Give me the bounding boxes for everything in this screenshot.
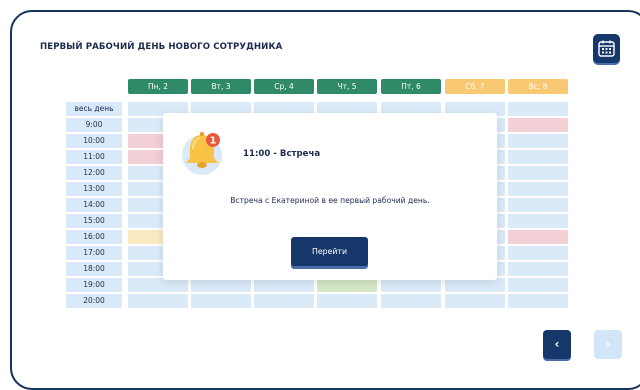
calendar-event-cell[interactable] (508, 230, 568, 244)
time-label: 19:00 (66, 278, 122, 292)
day-header-sun: Вс, 8 (508, 79, 568, 94)
calendar-cell[interactable] (191, 278, 251, 292)
time-label: 13:00 (66, 182, 122, 196)
time-label: 11:00 (66, 150, 122, 164)
event-title: 11:00 - Встреча (243, 149, 321, 159)
calendar-cell[interactable] (508, 198, 568, 212)
page-title: ПЕРВЫЙ РАБОЧИЙ ДЕНЬ НОВОГО СОТРУДНИКА (40, 42, 283, 52)
time-label: 20:00 (66, 294, 122, 308)
event-description: Встреча с Екатериной в ее первый рабочий… (230, 196, 430, 205)
time-label: 14:00 (66, 198, 122, 212)
time-label: 18:00 (66, 262, 122, 276)
time-label: 12:00 (66, 166, 122, 180)
day-header-fri: Пт, 6 (381, 79, 441, 94)
chevron-left-icon: ‹ (554, 337, 560, 351)
calendar-cell[interactable] (508, 134, 568, 148)
calendar-cell[interactable] (508, 166, 568, 180)
calendar-cell[interactable] (508, 294, 568, 308)
time-label: 9:00 (66, 118, 122, 132)
calendar-button[interactable] (593, 34, 620, 63)
time-label: 15:00 (66, 214, 122, 228)
calendar-cell[interactable] (508, 262, 568, 276)
calendar-cell[interactable] (381, 278, 441, 292)
calendar-cell[interactable] (508, 214, 568, 228)
calendar-cell[interactable] (254, 278, 314, 292)
calendar-cell[interactable] (508, 102, 568, 116)
event-popup: 1 11:00 - Встреча Встреча с Екатериной в… (163, 113, 497, 280)
time-label: 16:00 (66, 230, 122, 244)
calendar-cell[interactable] (508, 278, 568, 292)
calendar-event-cell[interactable] (508, 118, 568, 132)
bell-icon: 1 (182, 132, 222, 175)
calendar-cell[interactable] (128, 294, 188, 308)
time-label-allday: весь день (66, 102, 122, 116)
calendar-cell[interactable] (445, 294, 505, 308)
notification-badge: 1 (210, 136, 217, 147)
calendar-cell[interactable] (191, 294, 251, 308)
calendar-cell[interactable] (254, 294, 314, 308)
go-button[interactable]: Перейти (291, 237, 368, 266)
calendar-cell[interactable] (508, 150, 568, 164)
chevron-right-icon: › (605, 337, 611, 351)
calendar-cell[interactable] (128, 278, 188, 292)
day-header-tue: Вт, 3 (191, 79, 251, 94)
calendar-cell[interactable] (445, 278, 505, 292)
calendar-cell[interactable] (508, 182, 568, 196)
prev-button[interactable]: ‹ (543, 330, 571, 359)
calendar-cell[interactable] (317, 294, 377, 308)
calendar-cell[interactable] (508, 246, 568, 260)
day-header-sat: Сб, 7 (445, 79, 505, 94)
time-label: 10:00 (66, 134, 122, 148)
calendar-icon (598, 40, 615, 57)
next-button[interactable]: › (594, 330, 622, 359)
day-header-thu: Чт, 5 (317, 79, 377, 94)
calendar-event-cell[interactable] (317, 278, 377, 292)
time-label: 17:00 (66, 246, 122, 260)
calendar-cell[interactable] (381, 294, 441, 308)
day-header-mon: Пн, 2 (128, 79, 188, 94)
day-header-wed: Ср, 4 (254, 79, 314, 94)
